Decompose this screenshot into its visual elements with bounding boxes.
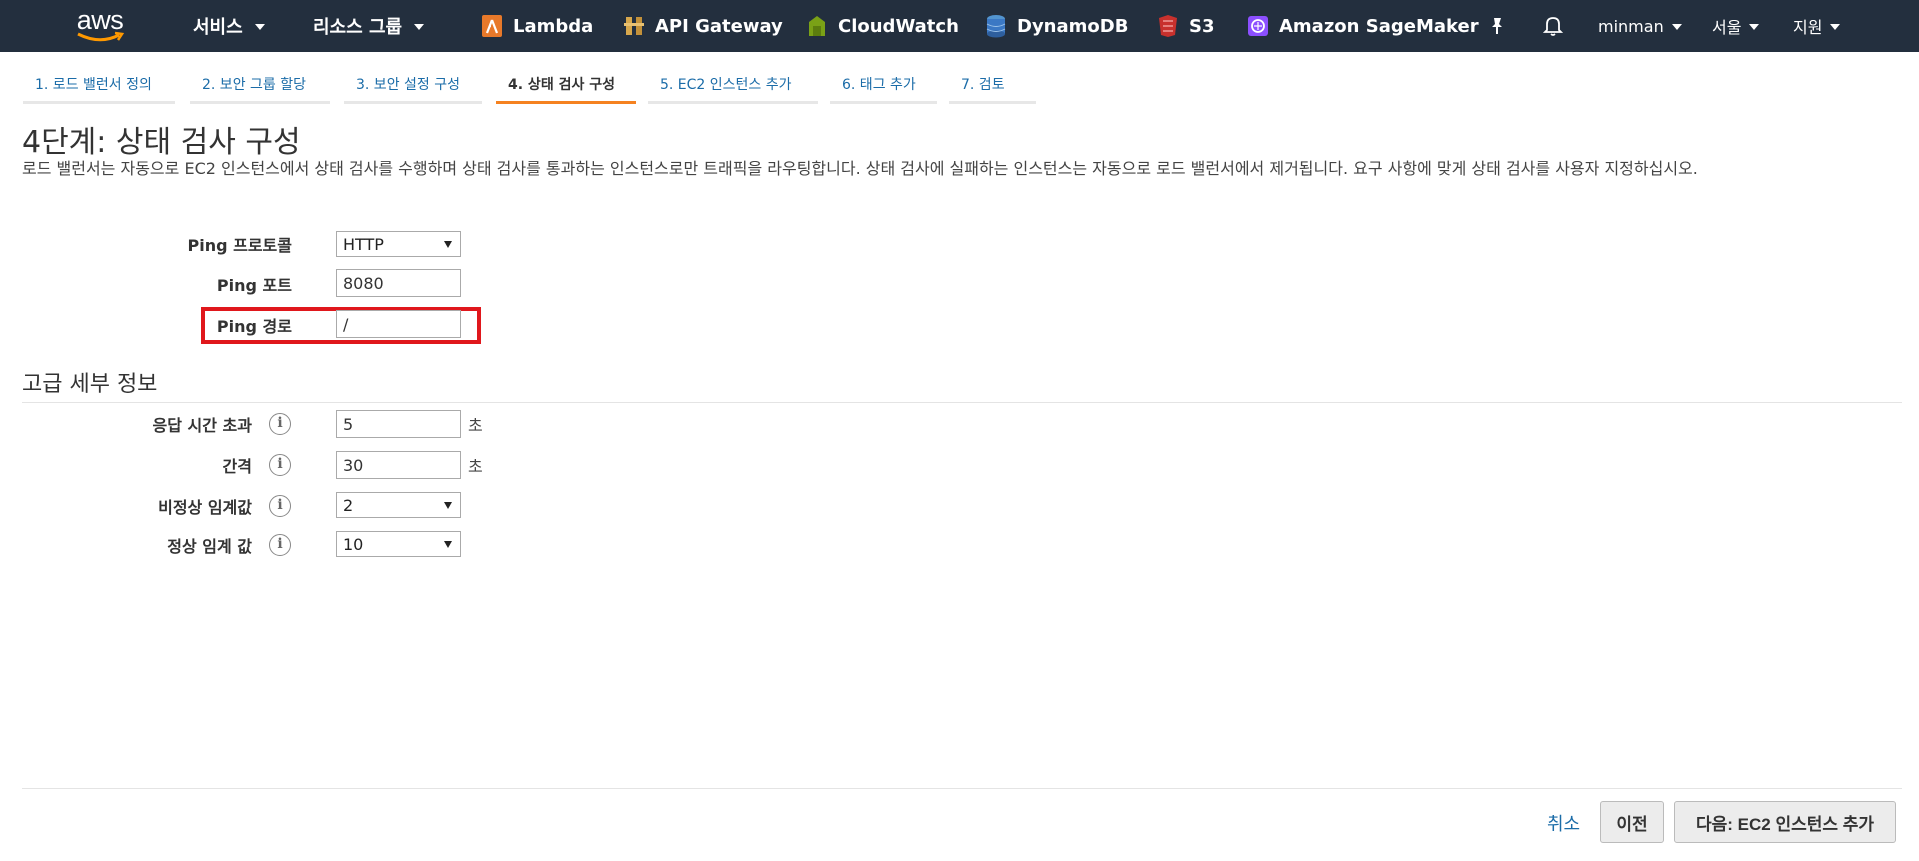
- page-description: 로드 밸런서는 자동으로 EC2 인스턴스에서 상태 검사를 수행하며 상태 검…: [22, 159, 1698, 178]
- advanced-details-title: 고급 세부 정보: [22, 372, 158, 397]
- region-menu-label: 서울: [1712, 18, 1742, 37]
- unhealthy-threshold-label: 비정상 임계값: [158, 498, 252, 517]
- tab-configure-security-settings[interactable]: 3. 보안 설정 구성: [344, 70, 482, 104]
- pin-icon[interactable]: [1488, 0, 1506, 52]
- unhealthy-threshold-select[interactable]: 2: [336, 492, 461, 518]
- shortcut-label: S3: [1189, 15, 1215, 37]
- response-timeout-unit: 초: [468, 416, 483, 435]
- tab-add-tags[interactable]: 6. 태그 추가: [830, 70, 937, 104]
- ping-protocol-label: Ping 프로토콜: [187, 236, 292, 255]
- shortcut-lambda[interactable]: Lambda: [481, 0, 593, 52]
- bell-icon[interactable]: [1543, 0, 1563, 52]
- footer-divider: [22, 788, 1902, 789]
- shortcut-label: API Gateway: [655, 15, 783, 37]
- healthy-threshold-label: 정상 임계 값: [167, 537, 252, 556]
- shortcut-label: Lambda: [513, 15, 594, 37]
- resource-groups-menu[interactable]: 리소스 그룹: [313, 0, 425, 52]
- support-menu-label: 지원: [1793, 18, 1823, 37]
- healthy-threshold-select[interactable]: 10: [336, 531, 461, 557]
- dropdown-arrow-icon: [444, 240, 452, 248]
- shortcut-sagemaker[interactable]: Amazon SageMaker: [1247, 0, 1479, 52]
- shortcut-api-gateway[interactable]: API Gateway: [623, 0, 783, 52]
- region-menu[interactable]: 서울: [1712, 0, 1760, 52]
- tab-add-ec2-instances[interactable]: 5. EC2 인스턴스 추가: [648, 70, 818, 104]
- user-menu[interactable]: minman: [1598, 0, 1682, 52]
- sagemaker-icon: [1248, 16, 1268, 36]
- resource-groups-menu-label: 리소스 그룹: [313, 17, 403, 38]
- support-menu[interactable]: 지원: [1793, 0, 1841, 52]
- unhealthy-threshold-value: 2: [343, 495, 354, 515]
- response-timeout-label: 응답 시간 초과: [152, 416, 252, 435]
- shortcut-label: Amazon SageMaker: [1279, 15, 1479, 37]
- info-icon[interactable]: i: [269, 495, 291, 517]
- lambda-icon: [482, 15, 502, 37]
- cloudwatch-icon: [809, 16, 825, 36]
- shortcut-label: DynamoDB: [1017, 15, 1129, 37]
- aws-logo[interactable]: aws: [72, 0, 128, 52]
- info-icon[interactable]: i: [269, 454, 291, 476]
- response-timeout-input[interactable]: [336, 410, 461, 438]
- shortcut-dynamodb[interactable]: DynamoDB: [985, 0, 1128, 52]
- chevron-down-icon: [1749, 24, 1760, 30]
- info-icon[interactable]: i: [269, 413, 291, 435]
- tab-review[interactable]: 7. 검토: [949, 70, 1036, 104]
- s3-icon: [1159, 15, 1177, 37]
- dropdown-arrow-icon: [444, 540, 452, 548]
- interval-label: 간격: [222, 457, 252, 476]
- ping-protocol-select[interactable]: HTTP: [336, 231, 461, 257]
- services-menu[interactable]: 서비스: [193, 0, 265, 52]
- tab-assign-security-groups[interactable]: 2. 보안 그룹 할당: [190, 70, 330, 104]
- healthy-threshold-value: 10: [343, 534, 364, 554]
- page-title: 4단계: 상태 검사 구성: [22, 125, 301, 160]
- ping-path-input[interactable]: [336, 310, 461, 338]
- chevron-down-icon: [414, 24, 425, 30]
- cancel-link[interactable]: 취소: [1547, 810, 1580, 836]
- section-divider: [22, 402, 1902, 403]
- interval-unit: 초: [468, 457, 483, 476]
- api-gateway-icon: [624, 17, 644, 35]
- dynamodb-icon: [986, 15, 1006, 38]
- chevron-down-icon: [1830, 24, 1841, 30]
- ping-port-label: Ping 포트: [216, 276, 292, 295]
- aws-logo-text: aws: [76, 5, 124, 35]
- services-menu-label: 서비스: [193, 17, 243, 38]
- info-icon[interactable]: i: [269, 534, 291, 556]
- tab-define-load-balancer[interactable]: 1. 로드 밸런서 정의: [23, 70, 175, 104]
- tab-configure-health-check[interactable]: 4. 상태 검사 구성: [496, 70, 636, 104]
- shortcut-cloudwatch[interactable]: CloudWatch: [806, 0, 959, 52]
- ping-path-label: Ping 경로: [216, 317, 292, 336]
- shortcut-label: CloudWatch: [838, 15, 959, 37]
- user-menu-label: minman: [1598, 16, 1664, 36]
- chevron-down-icon: [254, 24, 265, 30]
- ping-protocol-value: HTTP: [343, 234, 384, 254]
- interval-input[interactable]: [336, 451, 461, 479]
- chevron-down-icon: [1671, 24, 1682, 30]
- aws-smile-icon: [77, 31, 125, 42]
- pin-icon-svg: [1492, 18, 1502, 34]
- top-navigation-bar: aws 서비스 리소스 그룹 Lambda API Gateway CloudW…: [0, 0, 1919, 52]
- dropdown-arrow-icon: [444, 501, 452, 509]
- shortcut-s3[interactable]: S3: [1157, 0, 1215, 52]
- previous-button[interactable]: 이전: [1600, 801, 1664, 843]
- ping-port-input[interactable]: [336, 269, 461, 297]
- bell-icon-svg: [1543, 17, 1563, 36]
- next-button[interactable]: 다음: EC2 인스턴스 추가: [1674, 801, 1896, 843]
